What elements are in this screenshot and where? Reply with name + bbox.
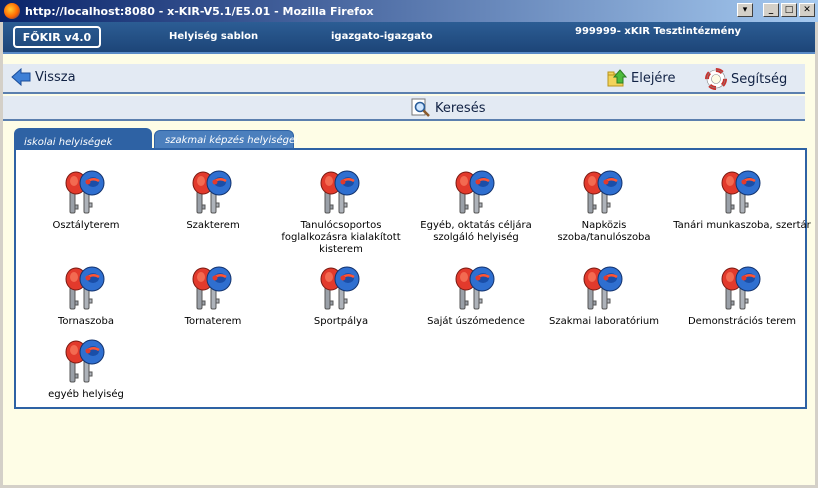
keys-icon [320, 170, 360, 214]
keys-icon [455, 266, 495, 310]
window-buttons: ▾ _ □ ✕ [735, 3, 815, 17]
room-type-label: Osztályterem [52, 220, 120, 231]
top-label: Elejére [631, 70, 676, 86]
app-logo[interactable]: FŐKIR v4.0 [13, 26, 101, 48]
room-type-item[interactable]: Napközis szoba/tanulószoba [534, 169, 674, 244]
room-type-item[interactable]: Egyéb, oktatás céljára szolgáló helyiség [406, 169, 546, 244]
room-type-item[interactable]: Osztályterem [16, 169, 156, 232]
room-type-label: egyéb helyiség [48, 389, 124, 400]
search-label: Keresés [435, 100, 486, 116]
keys-icon [65, 339, 105, 383]
room-type-item[interactable]: Sportpálya [271, 265, 411, 328]
keys-icon [192, 266, 232, 310]
window-titlebar: http://localhost:8080 - x-KIR-V5.1/E5.01… [0, 0, 818, 22]
user-name: igazgato-igazgato [331, 31, 433, 42]
room-type-item[interactable]: Tanulócsoportos foglalkozásra kialakítot… [271, 169, 411, 256]
room-type-label: Saját úszómedence [427, 316, 525, 327]
close-button[interactable]: ✕ [799, 3, 815, 17]
app-header: FŐKIR v4.0 Helyiség sablon igazgato-igaz… [3, 22, 815, 54]
room-type-item[interactable]: Saját úszómedence [406, 265, 546, 328]
keys-icon [455, 170, 495, 214]
search-link[interactable]: Keresés [411, 98, 485, 118]
room-type-label: Demonstrációs terem [687, 316, 797, 327]
keys-icon [65, 266, 105, 310]
room-type-label: Napközis szoba/tanulószoba [557, 220, 651, 243]
keys-icon [583, 170, 623, 214]
room-type-item[interactable]: Tornaszoba [16, 265, 156, 328]
search-toolbar: Keresés [3, 96, 805, 121]
room-type-label: Tanulócsoportos foglalkozásra kialakítot… [281, 220, 401, 255]
nav-toolbar: Vissza Elejére Segítség [3, 64, 805, 94]
folder-up-icon [607, 69, 627, 87]
maximize-button[interactable]: □ [781, 3, 797, 17]
keys-icon [65, 170, 105, 214]
back-arrow-icon [11, 68, 31, 86]
room-type-label: Tanári munkaszoba, szertár [673, 220, 811, 231]
room-type-label: Egyéb, oktatás céljára szolgáló helyiség [420, 220, 532, 243]
room-type-label: Tornaterem [184, 316, 242, 327]
room-type-label: Szakmai laboratórium [549, 316, 659, 327]
institution-name: 999999- xKIR Tesztintézmény [575, 26, 742, 37]
minimize-button[interactable]: _ [763, 3, 779, 17]
room-type-item[interactable]: egyéb helyiség [16, 338, 156, 401]
top-link[interactable]: Elejére [607, 68, 676, 88]
window-menu-button[interactable]: ▾ [737, 3, 753, 17]
room-type-panel: Osztályterem Szakterem Tanulócsoportos f… [14, 148, 811, 409]
lifebuoy-icon [705, 68, 727, 90]
back-label: Vissza [35, 69, 76, 85]
room-type-item[interactable]: Tornaterem [143, 265, 283, 328]
magnifier-icon [411, 98, 430, 117]
tab-szakmai-kepzes-helyisegei[interactable]: szakmai képzés helyiségei [154, 130, 298, 150]
keys-icon [320, 266, 360, 310]
keys-icon [721, 170, 761, 214]
help-label: Segítség [731, 71, 788, 87]
room-type-label: Szakterem [186, 220, 240, 231]
keys-icon [192, 170, 232, 214]
keys-icon [583, 266, 623, 310]
template-name: Helyiség sablon [169, 31, 259, 42]
room-type-item[interactable]: Szakmai laboratórium [534, 265, 674, 328]
firefox-icon [4, 3, 20, 19]
back-link[interactable]: Vissza [11, 68, 76, 86]
room-type-item[interactable]: Demonstrációs terem [672, 265, 812, 328]
room-type-item[interactable]: Tanári munkaszoba, szertár [672, 169, 812, 232]
window-title: http://localhost:8080 - x-KIR-V5.1/E5.01… [25, 4, 374, 18]
help-link[interactable]: Segítség [705, 68, 787, 90]
room-type-label: Tornaszoba [58, 316, 114, 327]
room-type-item[interactable]: Szakterem [143, 169, 283, 232]
browser-content: FŐKIR v4.0 Helyiség sablon igazgato-igaz… [3, 22, 815, 485]
keys-icon [721, 266, 761, 310]
room-type-label: Sportpálya [313, 316, 369, 327]
